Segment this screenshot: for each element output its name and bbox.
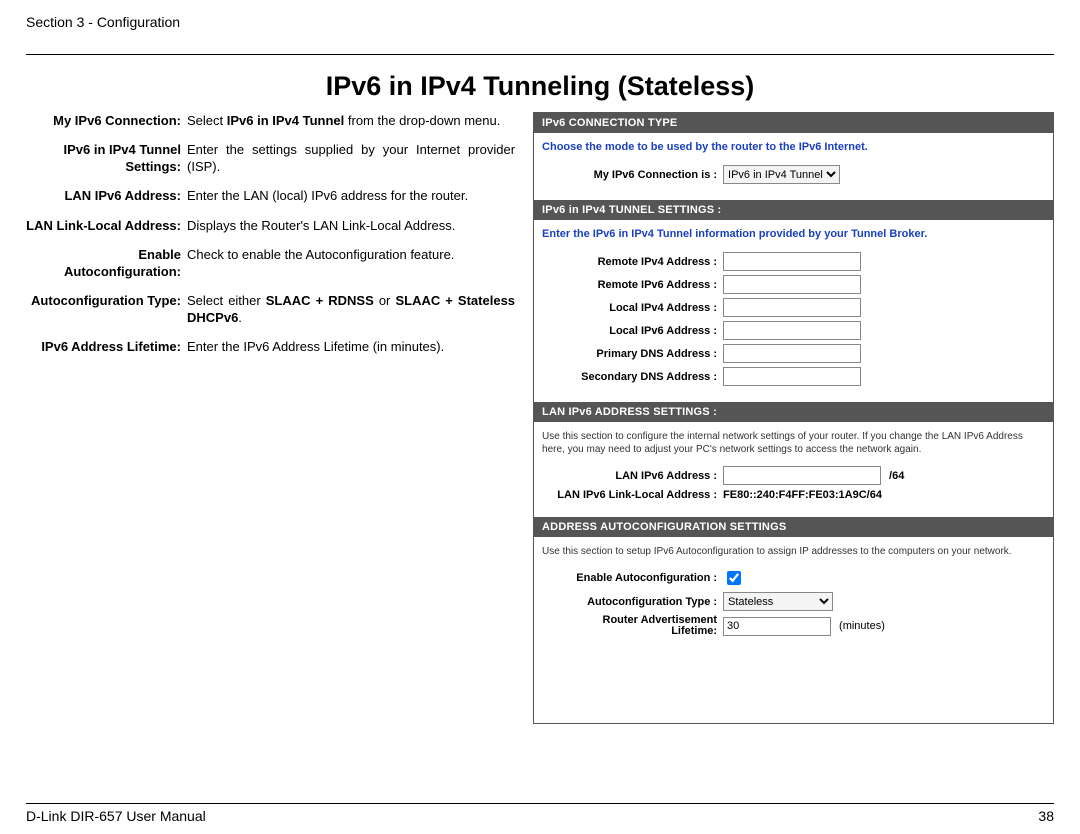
conn-label: My IPv6 Connection is : — [542, 169, 723, 181]
def-term: My IPv6 Connection: — [26, 112, 187, 129]
lan-linklocal-value: FE80::240:F4FF:FE03:1A9C/64 — [723, 489, 882, 501]
panel-header-tunnel: IPv6 in IPv4 TUNNEL SETTINGS : — [534, 200, 1053, 220]
primary-dns-input[interactable] — [723, 344, 861, 363]
def-row: IPv6 Address Lifetime: Enter the IPv6 Ad… — [26, 338, 515, 355]
panel-header-lan: LAN IPv6 ADDRESS SETTINGS : — [534, 402, 1053, 422]
def-row: LAN IPv6 Address: Enter the LAN (local) … — [26, 187, 515, 204]
def-term: Enable Autoconfiguration: — [26, 246, 187, 280]
def-desc: Displays the Router's LAN Link-Local Add… — [187, 217, 515, 234]
footer-page-number: 38 — [1038, 808, 1054, 824]
local-ipv6-input[interactable] — [723, 321, 861, 340]
local-ipv6-label: Local IPv6 Address : — [542, 325, 723, 337]
ipv6-connection-select[interactable]: IPv6 in IPv4 Tunnel — [723, 165, 840, 184]
def-term: IPv6 in IPv4 Tunnel Settings: — [26, 141, 187, 175]
lifetime-unit: (minutes) — [839, 620, 885, 632]
def-desc: Check to enable the Autoconfiguration fe… — [187, 246, 515, 280]
def-row: My IPv6 Connection: Select IPv6 in IPv4 … — [26, 112, 515, 129]
lan-ipv6-suffix: /64 — [889, 470, 904, 482]
def-row: IPv6 in IPv4 Tunnel Settings: Enter the … — [26, 141, 515, 175]
page-title: IPv6 in IPv4 Tunneling (Stateless) — [26, 71, 1054, 102]
remote-ipv6-input[interactable] — [723, 275, 861, 294]
def-term: Autoconfiguration Type: — [26, 292, 187, 326]
enable-autoconf-label: Enable Autoconfiguration : — [542, 572, 723, 584]
panel-note: Choose the mode to be used by the router… — [542, 141, 1045, 153]
primary-dns-label: Primary DNS Address : — [542, 348, 723, 360]
def-row: Autoconfiguration Type: Select either SL… — [26, 292, 515, 326]
def-desc: Enter the settings supplied by your Inte… — [187, 141, 515, 175]
local-ipv4-input[interactable] — [723, 298, 861, 317]
panel-note: Use this section to setup IPv6 Autoconfi… — [542, 545, 1045, 558]
router-adv-lifetime-input[interactable] — [723, 617, 831, 636]
enable-autoconf-checkbox[interactable] — [727, 571, 741, 585]
footer-left: D-Link DIR-657 User Manual — [26, 808, 206, 824]
secondary-dns-label: Secondary DNS Address : — [542, 371, 723, 383]
def-row: Enable Autoconfiguration: Check to enabl… — [26, 246, 515, 280]
remote-ipv4-input[interactable] — [723, 252, 861, 271]
lan-ipv6-label: LAN IPv6 Address : — [542, 470, 723, 482]
panel-header-autoconf: ADDRESS AUTOCONFIGURATION SETTINGS — [534, 517, 1053, 537]
def-row: LAN Link-Local Address: Displays the Rou… — [26, 217, 515, 234]
def-desc: Enter the LAN (local) IPv6 address for t… — [187, 187, 515, 204]
def-desc: Select either SLAAC + RDNSS or SLAAC + S… — [187, 292, 515, 326]
panel-note: Use this section to configure the intern… — [542, 430, 1045, 456]
def-desc: Enter the IPv6 Address Lifetime (in minu… — [187, 338, 515, 355]
local-ipv4-label: Local IPv4 Address : — [542, 302, 723, 314]
page-footer: D-Link DIR-657 User Manual 38 — [26, 803, 1054, 824]
remote-ipv4-label: Remote IPv4 Address : — [542, 256, 723, 268]
lan-ipv6-input[interactable] — [723, 466, 881, 485]
def-term: LAN Link-Local Address: — [26, 217, 187, 234]
def-term: LAN IPv6 Address: — [26, 187, 187, 204]
section-label: Section 3 - Configuration — [26, 14, 1054, 30]
panel-note: Enter the IPv6 in IPv4 Tunnel informatio… — [542, 228, 1045, 240]
def-term: IPv6 Address Lifetime: — [26, 338, 187, 355]
autoconf-type-label: Autoconfiguration Type : — [542, 596, 723, 608]
remote-ipv6-label: Remote IPv6 Address : — [542, 279, 723, 291]
autoconf-type-select[interactable]: Stateless — [723, 592, 833, 611]
panel-header-connection-type: IPv6 CONNECTION TYPE — [534, 113, 1053, 133]
def-desc: Select IPv6 in IPv4 Tunnel from the drop… — [187, 112, 515, 129]
lan-linklocal-label: LAN IPv6 Link-Local Address : — [542, 489, 723, 501]
secondary-dns-input[interactable] — [723, 367, 861, 386]
router-adv-lifetime-label: Router AdvertisementLifetime: — [542, 615, 723, 637]
top-rule — [26, 54, 1054, 55]
router-config-panel: IPv6 CONNECTION TYPE Choose the mode to … — [533, 112, 1054, 724]
definitions-list: My IPv6 Connection: Select IPv6 in IPv4 … — [26, 112, 515, 724]
